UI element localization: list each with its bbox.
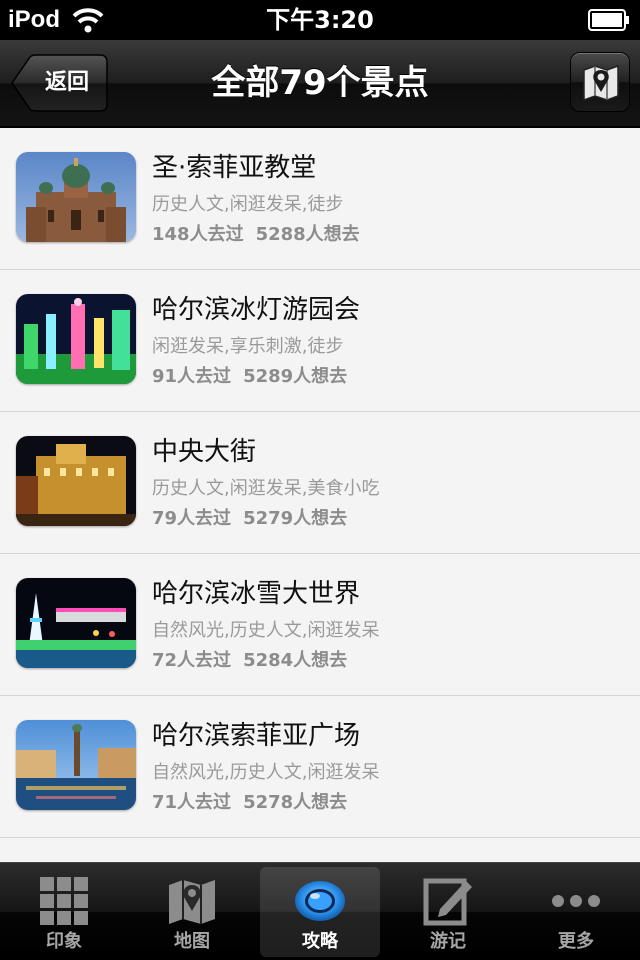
back-button[interactable]: 返回 <box>10 54 108 112</box>
visited-count: 79人去过 <box>152 508 232 529</box>
navigation-bar: 返回 全部79个景点 <box>0 40 640 128</box>
tab-more[interactable]: 更多 <box>516 867 636 957</box>
tab-impression[interactable]: 印象 <box>4 867 124 957</box>
attraction-row[interactable]: 中央大街 历史人文,闲逛发呆,美食小吃 79人去过 5279人想去 <box>0 412 640 554</box>
attraction-stats: 71人去过 5278人想去 <box>152 792 347 814</box>
attraction-name: 哈尔滨冰雪大世界 <box>152 579 361 609</box>
map-view-button[interactable] <box>570 52 630 112</box>
want-count: 5289人想去 <box>243 366 348 387</box>
page-title: 全部79个景点 <box>211 63 429 103</box>
list-item-partial <box>0 838 640 862</box>
back-button-label: 返回 <box>44 70 89 95</box>
visited-count: 148人去过 <box>152 224 244 245</box>
tab-travelogue[interactable]: 游记 <box>388 867 508 957</box>
attraction-stats: 91人去过 5289人想去 <box>152 366 347 388</box>
visited-count: 91人去过 <box>152 366 232 387</box>
map-icon <box>169 880 215 924</box>
attraction-stats: 148人去过 5288人想去 <box>152 224 360 246</box>
attraction-row[interactable]: 哈尔滨冰雪大世界 自然风光,历史人文,闲逛发呆 72人去过 5284人想去 <box>0 554 640 696</box>
tab-guide[interactable]: 攻略 <box>260 867 380 957</box>
attraction-list: 圣·索菲亚教堂 历史人文,闲逛发呆,徒步 148人去过 5288人想去 哈尔滨冰… <box>0 128 640 862</box>
grid-icon <box>40 877 88 925</box>
attraction-photo <box>16 720 136 810</box>
attraction-tags: 自然风光,历史人文,闲逛发呆 <box>152 762 380 783</box>
attraction-tags: 闲逛发呆,享乐刺激,徒步 <box>152 336 344 357</box>
status-time: 下午3:20 <box>266 6 374 34</box>
want-count: 5284人想去 <box>243 650 348 671</box>
visited-count: 72人去过 <box>152 650 232 671</box>
want-count: 5278人想去 <box>243 792 348 813</box>
tab-map[interactable]: 地图 <box>132 867 252 957</box>
status-bar: iPod 下午3:20 <box>0 0 640 40</box>
attraction-photo <box>16 152 136 242</box>
attraction-photo <box>16 436 136 526</box>
attraction-photo <box>16 294 136 384</box>
attraction-name: 圣·索菲亚教堂 <box>152 153 317 183</box>
map-pin-icon <box>583 64 619 102</box>
tab-label: 攻略 <box>302 931 338 952</box>
want-count: 5279人想去 <box>243 508 348 529</box>
attraction-name: 哈尔滨冰灯游园会 <box>152 295 361 325</box>
attraction-tags: 自然风光,历史人文,闲逛发呆 <box>152 620 380 641</box>
attraction-row[interactable]: 哈尔滨索菲亚广场 自然风光,历史人文,闲逛发呆 71人去过 5278人想去 <box>0 696 640 838</box>
battery-icon <box>588 9 629 31</box>
tab-label: 更多 <box>558 931 594 952</box>
visited-count: 71人去过 <box>152 792 232 813</box>
edit-note-icon <box>423 878 472 926</box>
want-count: 5288人想去 <box>255 224 360 245</box>
tab-label: 印象 <box>46 931 82 952</box>
more-dots-icon <box>552 895 600 907</box>
attraction-name: 哈尔滨索菲亚广场 <box>152 721 361 751</box>
tab-bar: 印象 地图 攻略 游记 更多 <box>0 862 640 960</box>
eye-icon <box>295 881 345 921</box>
attraction-row[interactable]: 圣·索菲亚教堂 历史人文,闲逛发呆,徒步 148人去过 5288人想去 <box>0 128 640 270</box>
attraction-tags: 历史人文,闲逛发呆,美食小吃 <box>152 478 380 499</box>
attraction-row[interactable]: 哈尔滨冰灯游园会 闲逛发呆,享乐刺激,徒步 91人去过 5289人想去 <box>0 270 640 412</box>
attraction-name: 中央大街 <box>152 437 257 467</box>
app-screen: iPod 下午3:20 返回 全部79个景点 圣·索菲亚教堂 历史人文,闲逛发呆… <box>0 0 640 960</box>
attraction-stats: 72人去过 5284人想去 <box>152 650 347 672</box>
attraction-photo <box>16 578 136 668</box>
tab-label: 游记 <box>430 931 466 952</box>
tab-label: 地图 <box>174 931 210 952</box>
attraction-tags: 历史人文,闲逛发呆,徒步 <box>152 194 344 215</box>
attraction-stats: 79人去过 5279人想去 <box>152 508 347 530</box>
